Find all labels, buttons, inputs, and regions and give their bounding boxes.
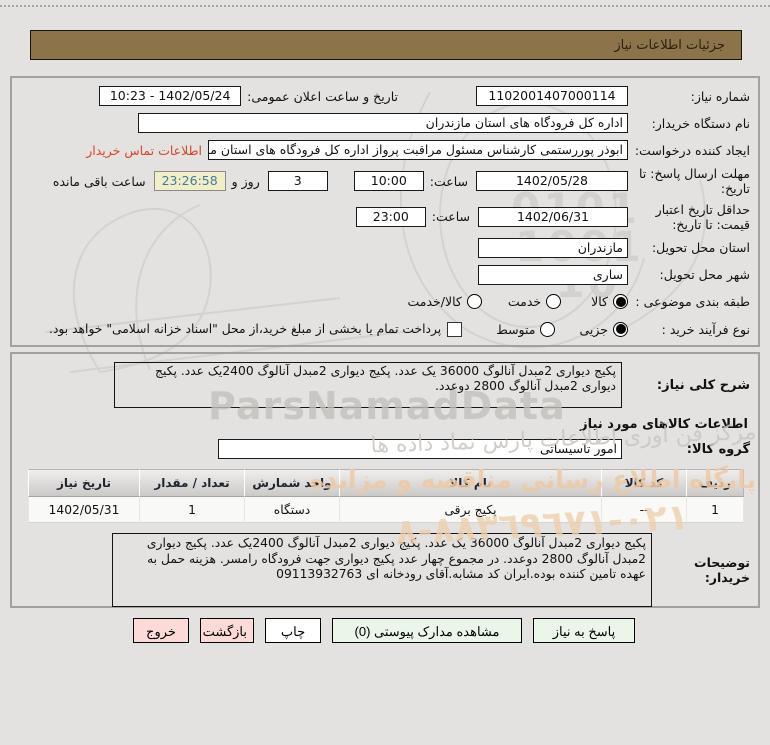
request-creator-label: ایجاد کننده درخواست: [634, 142, 750, 158]
title-bar: جزئیات اطلاعات نیاز [30, 30, 742, 60]
buyer-contact-link[interactable]: اطلاعات تماس خریدار [86, 143, 202, 158]
option-label: متوسط [496, 321, 536, 337]
goods-table-header-row: ردیف کد کالا نام کالا واحد شمارش تعداد /… [28, 469, 744, 497]
purchase-type-label: نوع فرآیند خرید : [661, 321, 750, 337]
cell-item-code: -- [601, 497, 686, 523]
subject-class-option-goods[interactable]: کالا [591, 294, 628, 310]
reply-deadline-time-label: ساعت: [429, 173, 468, 189]
row-reply-deadline: مهلت ارسال پاسخ: تا تاریخ: 1402/05/28 سا… [20, 166, 750, 196]
col-item-name: نام کالا [339, 469, 601, 497]
price-validity-time-label: ساعت: [431, 209, 470, 224]
row-request-creator: ایجاد کننده درخواست: ابوذر پوررستمی کارش… [20, 139, 750, 161]
back-button[interactable]: بازگشت [200, 618, 254, 643]
cell-row-index: 1 [686, 497, 744, 523]
option-label: کالا [591, 294, 608, 310]
col-need-date: تاریخ نیاز [28, 469, 139, 497]
reply-deadline-time-field[interactable]: 10:00 [353, 171, 424, 192]
col-row-index: ردیف [686, 469, 744, 497]
radio-selected-icon[interactable] [613, 321, 628, 337]
print-button[interactable]: چاپ [265, 618, 321, 643]
row-general-desc: شرح کلی نیاز: پکیج دیواری 2مبدل آنالوگ 3… [20, 362, 750, 408]
purchase-type-option-medium[interactable]: متوسط [496, 321, 556, 337]
treasury-payment-checkbox[interactable] [447, 321, 463, 337]
buyer-notes-box[interactable]: پکیج دیواری 2مبدل آنالوگ 36000 یک عدد. پ… [112, 533, 652, 607]
announce-datetime-field[interactable]: 1402/05/24 - 10:23 [99, 86, 242, 106]
general-desc-box[interactable]: پکیج دیواری 2مبدل آنالوگ 36000 یک عدد. پ… [114, 362, 622, 408]
subject-class-option-service[interactable]: خدمت [507, 294, 562, 310]
row-subject-class: طبقه بندی موضوعی : کالا خدمت کالا/خدمت [20, 291, 750, 313]
page-title: جزئیات اطلاعات نیاز [614, 37, 725, 53]
col-quantity: تعداد / مقدار [139, 469, 244, 497]
cell-quantity: 1 [139, 497, 244, 523]
radio-icon[interactable] [546, 294, 562, 310]
days-left-field[interactable]: 3 [267, 171, 328, 192]
option-label: کالا/خدمت [407, 294, 462, 310]
need-details-page: { "title_bar": { "text": "جزئیات اطلاعات… [0, 0, 770, 745]
radio-selected-icon[interactable] [613, 294, 628, 310]
row-goods-group: گروه کالا: امور تاسیساتی [20, 439, 750, 459]
province-label: استان محل تحویل: [651, 240, 750, 256]
subject-class-option-goods-service[interactable]: کالا/خدمت [407, 294, 482, 310]
exit-button[interactable]: خروج [133, 618, 189, 643]
price-validity-date-field[interactable]: 1402/06/31 [478, 206, 628, 227]
reply-deadline-date-field[interactable]: 1402/05/28 [476, 171, 628, 192]
cell-item-name: پکیج برقی [339, 497, 601, 523]
province-field[interactable]: مازندران [478, 237, 628, 258]
request-creator-field[interactable]: ابوذر پوررستمی کارشناس مسئول مراقبت پروا… [208, 140, 628, 161]
row-buyer-notes: توضیحات خریدار: پکیج دیواری 2مبدل آنالوگ… [20, 533, 750, 607]
need-info-panel: شماره نیاز: 1102001407000114 تاریخ و ساع… [10, 76, 760, 347]
row-province: استان محل تحویل: مازندران [20, 237, 750, 259]
price-validity-time-field[interactable]: 23:00 [355, 206, 426, 227]
buyer-notes-label: توضیحات خریدار: [694, 555, 750, 585]
row-need-number: شماره نیاز: 1102001407000114 تاریخ و ساع… [20, 85, 750, 107]
subject-class-label: طبقه بندی موضوعی : [635, 294, 750, 310]
option-label: خدمت [507, 294, 542, 310]
cell-need-date: 1402/05/31 [28, 497, 139, 523]
row-city: شهر محل تحویل: ساری [20, 264, 750, 286]
col-unit: واحد شمارش [244, 469, 339, 497]
announce-datetime-label: تاریخ و ساعت اعلان عمومی: [247, 88, 398, 104]
row-price-validity: حداقل تاریخ اعتبار قیمت: تا تاریخ: 1402/… [20, 202, 750, 232]
goods-table: ردیف کد کالا نام کالا واحد شمارش تعداد /… [28, 469, 744, 523]
purchase-type-option-minor[interactable]: جزیی [579, 321, 628, 337]
reply-to-need-button[interactable]: پاسخ به نیاز [533, 618, 635, 643]
buyer-org-field[interactable]: اداره کل فرودگاه های استان مازندران [138, 113, 628, 134]
city-label: شهر محل تحویل: [659, 267, 750, 283]
buyer-org-label: نام دستگاه خریدار: [651, 115, 750, 131]
city-field[interactable]: ساری [478, 264, 628, 285]
reply-deadline-label: مهلت ارسال پاسخ: تا تاریخ: [639, 166, 750, 197]
goods-group-field[interactable]: امور تاسیساتی [218, 439, 622, 459]
price-validity-label: حداقل تاریخ اعتبار قیمت: تا تاریخ: [655, 201, 750, 232]
row-purchase-type: نوع فرآیند خرید : جزیی متوسط پرداخت تمام… [20, 318, 750, 340]
action-buttons: پاسخ به نیاز مشاهده مدارک پیوستی (0) چاپ… [133, 618, 635, 643]
need-number-field[interactable]: 1102001407000114 [476, 86, 628, 106]
col-item-code: کد کالا [601, 469, 686, 497]
goods-details-panel: شرح کلی نیاز: پکیج دیواری 2مبدل آنالوگ 3… [10, 352, 760, 608]
goods-group-label: گروه کالا: [686, 441, 750, 457]
days-unit-label: روز و [231, 173, 260, 189]
goods-info-heading: اطلاعات کالاهای مورد نیاز [580, 417, 748, 432]
countdown-timer: 23:26:58 [153, 171, 226, 192]
option-label: جزیی [579, 321, 608, 337]
row-buyer-org: نام دستگاه خریدار: اداره کل فرودگاه های … [20, 112, 750, 134]
need-number-label: شماره نیاز: [690, 88, 750, 104]
remaining-hours-label: ساعت باقی مانده [52, 173, 146, 189]
cell-unit: دستگاه [244, 497, 339, 523]
treasury-payment-label: پرداخت تمام یا بخشی از مبلغ خرید،از محل … [49, 322, 442, 336]
general-desc-label: شرح کلی نیاز: [656, 377, 750, 393]
table-row[interactable]: 1 -- پکیج برقی دستگاه 1 1402/05/31 [28, 497, 744, 523]
radio-icon[interactable] [466, 294, 482, 310]
view-attachments-button[interactable]: مشاهده مدارک پیوستی (0) [332, 618, 522, 643]
radio-icon[interactable] [540, 321, 556, 337]
top-dotted-divider [0, 5, 770, 7]
